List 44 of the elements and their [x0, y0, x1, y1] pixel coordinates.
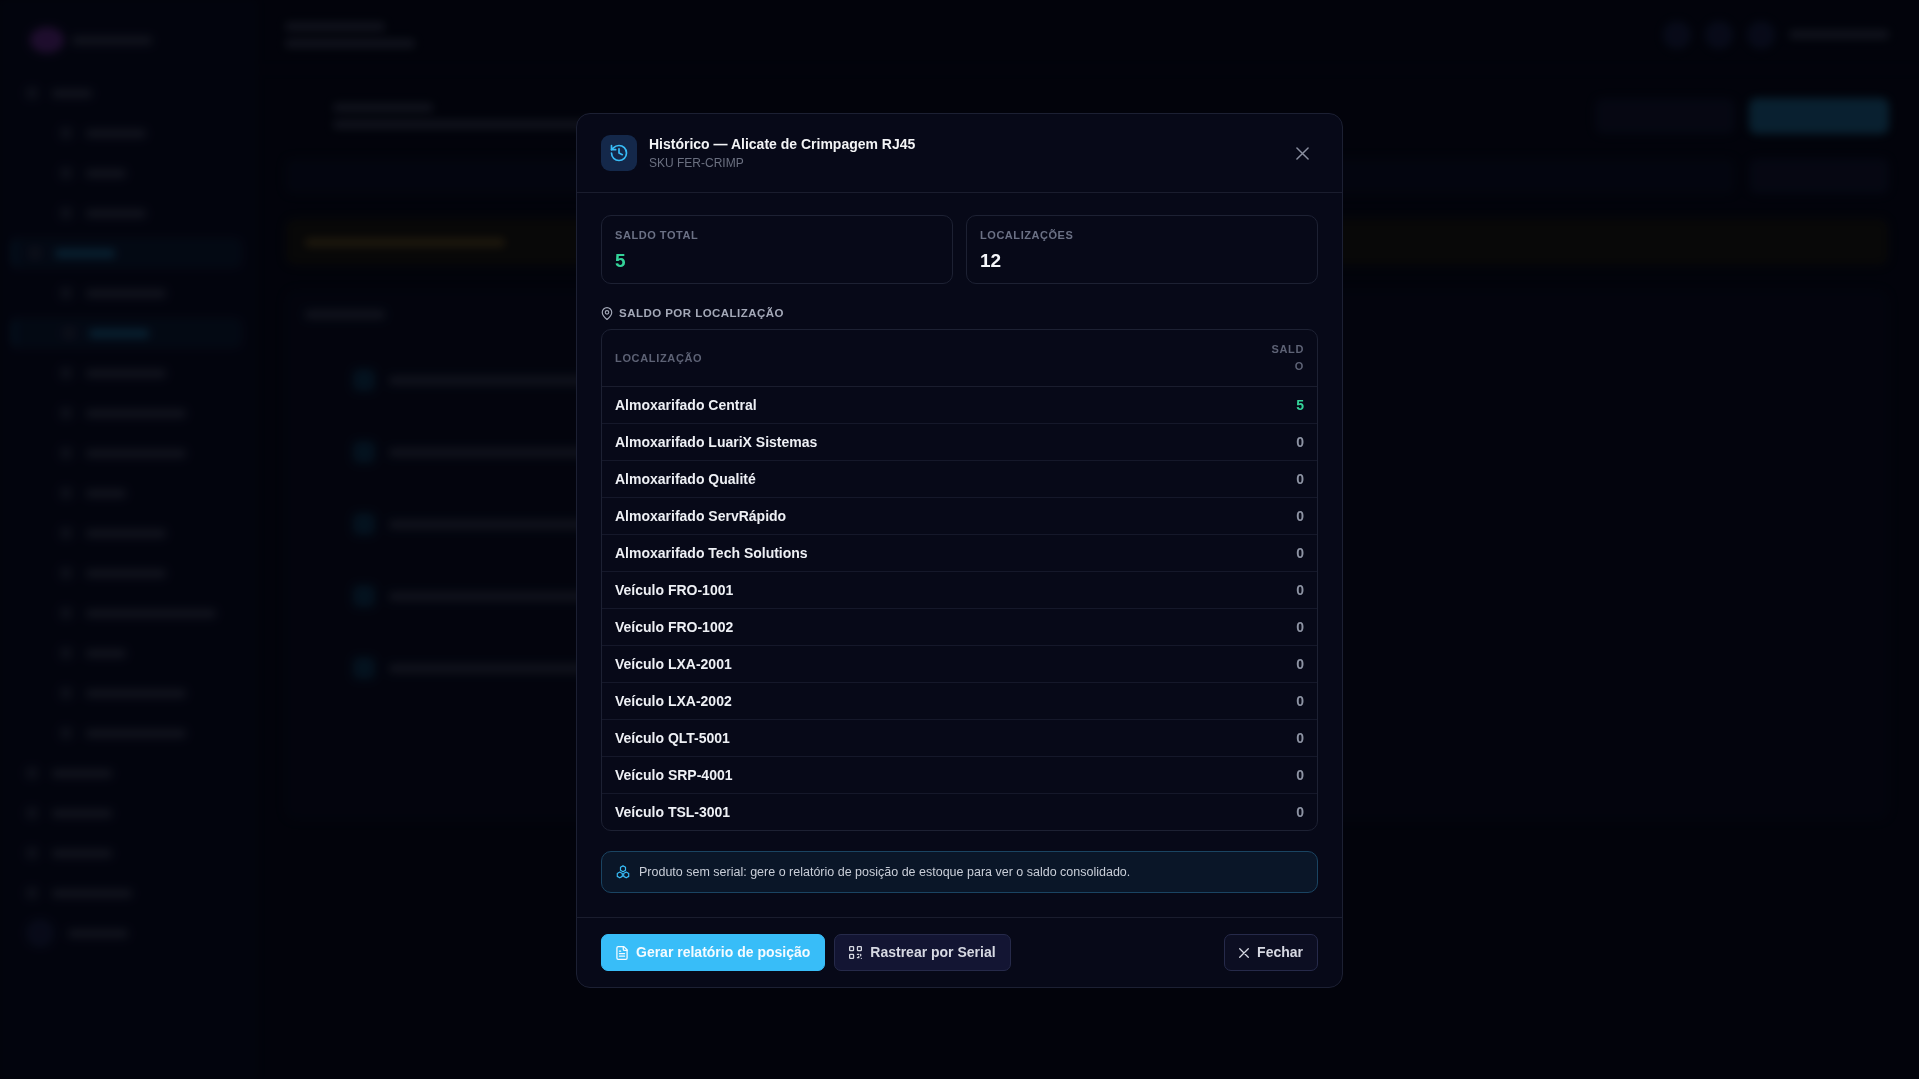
table-cell: Almoxarifado Qualité [602, 460, 1253, 498]
column-header: LOCALIZAÇÃO [615, 351, 703, 364]
close-icon [1239, 947, 1250, 958]
table-cell: 0 [1253, 497, 1317, 535]
table-cell: 0 [1253, 534, 1317, 572]
track-serial-button[interactable]: Rastrear por Serial [834, 934, 1011, 971]
table-cell: Veículo LXA-2001 [602, 645, 1253, 683]
table-cell: Almoxarifado Central [602, 386, 1253, 424]
close-button[interactable] [1294, 144, 1311, 162]
table-cell: Veículo TSL-3001 [602, 793, 1253, 830]
stat-label: SALDO TOTAL [615, 228, 700, 243]
qr-code-icon [849, 946, 863, 959]
table-cell: 0 [1253, 645, 1317, 683]
table-cell: 0 [1253, 682, 1317, 720]
document-icon [616, 945, 628, 960]
stat-value: 12 [980, 249, 1003, 273]
table-cell: 0 [1253, 719, 1317, 757]
history-icon [601, 135, 637, 171]
dialog-title: Histórico — Alicate de Crimpagem RJ45 [649, 135, 917, 154]
table-cell: Veículo FRO-1002 [602, 608, 1253, 646]
table-cell: Veículo QLT-5001 [602, 719, 1253, 757]
table-cell: 5 [1253, 386, 1317, 424]
table-cell: Veículo FRO-1001 [602, 571, 1253, 609]
table-cell: Veículo SRP-4001 [602, 756, 1253, 794]
column-header: SALDO [1270, 342, 1304, 374]
sku-subtitle: SKU FER-CRIMP [649, 155, 745, 171]
table-cell: 0 [1253, 608, 1317, 646]
table-cell: Veículo LXA-2002 [602, 682, 1253, 720]
table-cell: Almoxarifado LuariX Sistemas [602, 423, 1253, 461]
map-pin-icon [601, 306, 613, 320]
table-cell: 0 [1253, 460, 1317, 498]
table-cell: 0 [1253, 571, 1317, 609]
section-heading: SALDO POR LOCALIZAÇÃO [619, 306, 784, 321]
table-cell: Almoxarifado Tech Solutions [602, 534, 1253, 572]
table-cell: 0 [1253, 423, 1317, 461]
table-cell: 0 [1253, 756, 1317, 794]
stat-value: 5 [615, 249, 627, 273]
table-cell: 0 [1253, 793, 1317, 830]
close-dialog-button[interactable]: Fechar [1224, 934, 1318, 971]
stat-label: LOCALIZAÇÕES [980, 228, 1075, 243]
cubes-icon [616, 865, 630, 879]
table-cell: Almoxarifado ServRápido [602, 497, 1253, 535]
notice-text: Produto sem serial: gere o relatório de posição de estoque para ver o saldo consolidado. [639, 864, 1131, 881]
close-icon [1296, 146, 1309, 160]
